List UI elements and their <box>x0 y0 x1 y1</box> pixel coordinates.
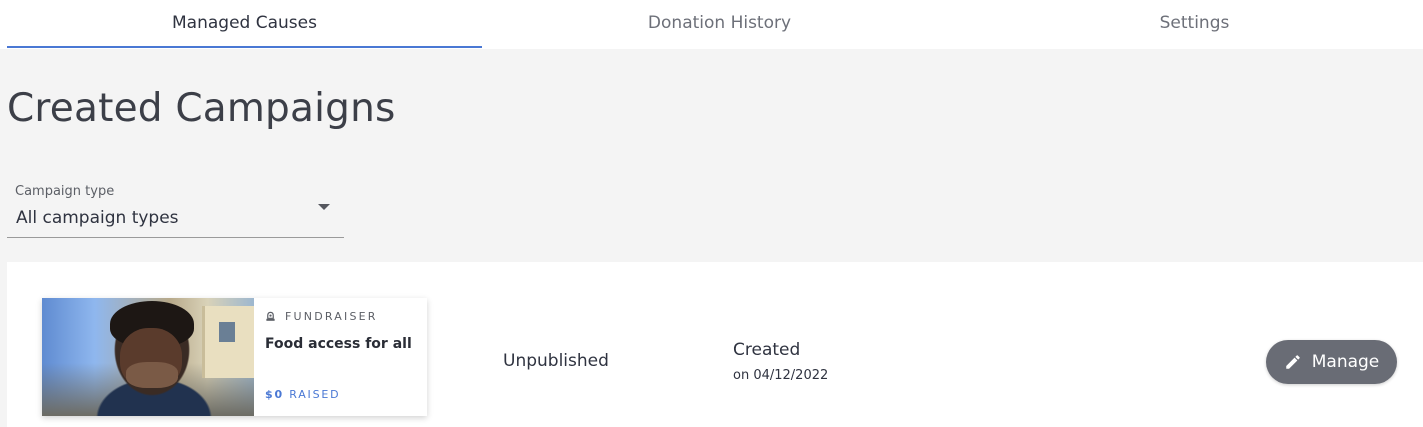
active-tab-indicator <box>7 46 482 48</box>
fundraiser-icon <box>266 311 275 321</box>
tab-bar: Managed Causes Donation History Settings <box>0 0 1423 49</box>
campaign-card-body: FUNDRAISER Food access for all $0 RAISED <box>254 298 427 416</box>
tab-settings[interactable]: Settings <box>957 0 1423 49</box>
tab-label: Settings <box>1159 12 1230 33</box>
chevron-down-icon <box>318 204 330 210</box>
page-title: Created Campaigns <box>7 86 396 131</box>
tab-label: Managed Causes <box>172 12 317 33</box>
campaign-type-text: FUNDRAISER <box>285 310 378 323</box>
pencil-icon <box>1285 355 1300 369</box>
campaign-status: Unpublished <box>503 351 609 371</box>
campaign-type-value: All campaign types <box>16 208 179 228</box>
created-date: on 04/12/2022 <box>733 368 829 383</box>
tab-label: Donation History <box>647 12 792 33</box>
campaign-type-select[interactable]: Campaign type All campaign types <box>7 178 344 238</box>
created-label: Created <box>733 340 801 360</box>
tab-donation-history[interactable]: Donation History <box>482 0 957 49</box>
campaign-raised: $0 RAISED <box>265 388 340 401</box>
campaign-list-panel: FUNDRAISER Food access for all $0 RAISED… <box>7 262 1423 427</box>
campaign-type-badge: FUNDRAISER <box>265 310 378 323</box>
tab-managed-causes[interactable]: Managed Causes <box>7 0 482 49</box>
campaign-image <box>42 298 254 416</box>
manage-label: Manage <box>1311 352 1380 372</box>
campaign-type-label: Campaign type <box>15 184 115 199</box>
raised-label: RAISED <box>289 388 341 401</box>
raised-amount: $0 <box>265 388 284 401</box>
manage-button[interactable]: Manage <box>1266 340 1397 384</box>
campaign-card[interactable]: FUNDRAISER Food access for all $0 RAISED <box>42 298 427 416</box>
campaign-title[interactable]: Food access for all <box>265 336 412 352</box>
